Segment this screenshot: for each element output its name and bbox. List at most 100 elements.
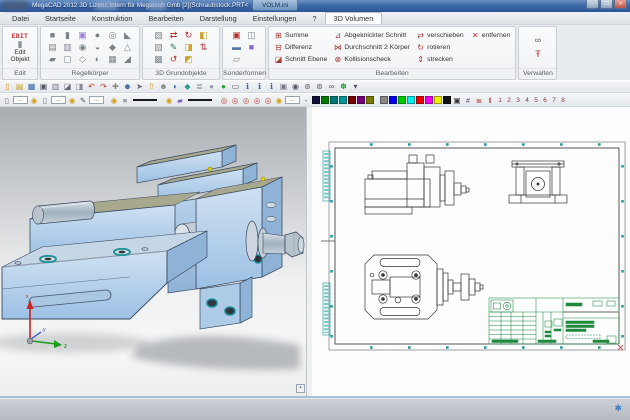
print-icon[interactable]: ▣	[38, 81, 49, 92]
torus-icon[interactable]: ◎	[106, 30, 119, 41]
shell-icon[interactable]: ◫	[245, 30, 258, 41]
info-icon[interactable]: ℹ	[242, 81, 253, 92]
tab-datei[interactable]: Datei	[4, 12, 37, 24]
extrude-icon[interactable]: ▧	[152, 30, 165, 41]
color-swatch[interactable]	[416, 96, 424, 104]
slab-icon[interactable]: ▬	[230, 42, 243, 53]
tab-help[interactable]: ?	[304, 12, 324, 24]
layout-icon[interactable]: ◨	[74, 81, 85, 92]
page-5[interactable]: 5	[532, 97, 540, 104]
color-swatch[interactable]	[443, 96, 451, 104]
plane-icon[interactable]: ◩	[182, 54, 195, 65]
hash-icon[interactable]: #	[463, 95, 473, 106]
surface-icon[interactable]: ◨	[182, 42, 195, 53]
page-1[interactable]: 1	[496, 97, 504, 104]
layer-box[interactable]: ...	[13, 96, 28, 104]
rotieren-button[interactable]: ↻rotieren	[416, 43, 510, 52]
binoculars-icon[interactable]: ∞	[531, 35, 544, 46]
revolve-icon[interactable]: ↻	[182, 30, 195, 41]
strecken-button[interactable]: ⇕strecken	[416, 55, 510, 64]
lock5-icon[interactable]: ◉	[274, 95, 284, 106]
thread-icon[interactable]: ▣	[230, 30, 243, 41]
color-swatch[interactable]	[434, 96, 442, 104]
pointer-icon[interactable]: ➤	[134, 81, 145, 92]
sheet-select-icon[interactable]: ▯	[2, 95, 12, 106]
gem-icon[interactable]: ◆	[182, 81, 193, 92]
page-2[interactable]: 2	[505, 97, 513, 104]
dropdown-icon[interactable]: ▾	[350, 81, 361, 92]
summe-button[interactable]: ⊞Summe	[274, 31, 327, 40]
info3-icon[interactable]: ℹ	[266, 81, 277, 92]
dome-icon[interactable]: ◒	[91, 42, 104, 53]
mesh-icon[interactable]: ▦	[106, 54, 119, 65]
pyramid-icon[interactable]: △	[121, 42, 134, 53]
doc-tab-volm[interactable]: VOLM.ini	[252, 0, 298, 11]
info2-icon[interactable]: ℹ	[254, 81, 265, 92]
tab-darstellung[interactable]: Darstellung	[192, 12, 245, 24]
color-swatch[interactable]	[407, 96, 415, 104]
circle-grey-icon[interactable]: ●	[206, 81, 217, 92]
color-swatch[interactable]	[389, 96, 397, 104]
minus-icon[interactable]: -	[301, 95, 311, 106]
open-icon[interactable]: ▤	[14, 81, 25, 92]
box-icon[interactable]: ■	[46, 30, 59, 41]
zoom-out-icon[interactable]: ◎	[241, 95, 251, 106]
block-icon[interactable]: ▣	[76, 30, 89, 41]
color-swatch[interactable]	[357, 96, 365, 104]
swap-icon[interactable]: ⇄	[167, 30, 180, 41]
page-4[interactable]: 4	[523, 97, 531, 104]
pen-icon[interactable]: ✎	[78, 95, 88, 106]
abgeknickter-schnitt-button[interactable]: ⊿Abgeknickter Schnitt	[333, 31, 410, 40]
grid-icon[interactable]: ▣	[278, 81, 289, 92]
color-swatch[interactable]	[425, 96, 433, 104]
save-icon[interactable]: ▦	[26, 81, 37, 92]
color-swatch[interactable]	[312, 96, 320, 104]
tab-konstruktion[interactable]: Konstruktion	[84, 12, 141, 24]
cylinder-icon[interactable]: ▮	[61, 30, 74, 41]
globe-icon[interactable]: ◐	[170, 81, 181, 92]
color-swatch[interactable]	[366, 96, 374, 104]
bar-icon[interactable]: ▰	[46, 54, 59, 65]
eye-icon[interactable]: ◉	[290, 81, 301, 92]
linewidth-icon[interactable]: ≡	[120, 95, 130, 106]
viewport-2d[interactable]	[312, 107, 630, 396]
page-8[interactable]: 8	[559, 97, 567, 104]
halfsphere-icon[interactable]: ◐	[91, 54, 104, 65]
poly-icon[interactable]: ◇	[76, 54, 89, 65]
solid-icon[interactable]: ■	[245, 42, 258, 53]
undo-icon[interactable]: ↶	[86, 81, 97, 92]
loft-icon[interactable]: ▩	[152, 54, 165, 65]
edit-objekt-button[interactable]: EDIT ▮ Edit Objekt	[6, 32, 33, 64]
plate-icon[interactable]: ▤	[46, 42, 59, 53]
prism-icon[interactable]: ◆	[106, 42, 119, 53]
verschieben-button[interactable]: ⇄verschieben	[416, 31, 464, 40]
page-6[interactable]: 6	[541, 97, 549, 104]
pen-box[interactable]: ...	[89, 96, 104, 104]
arrow-up-icon[interactable]: ⇧	[146, 81, 157, 92]
status-tray-icon[interactable]: ✱	[614, 403, 622, 414]
project-icon[interactable]: ⇅	[197, 42, 210, 53]
page-3[interactable]: 3	[514, 97, 522, 104]
color-swatch[interactable]	[339, 96, 347, 104]
zoom-in-icon[interactable]: ◎	[230, 95, 240, 106]
color-box[interactable]: ...	[285, 96, 300, 104]
color-swatch[interactable]	[398, 96, 406, 104]
move-icon[interactable]: ✚	[110, 81, 121, 92]
entfernen-button[interactable]: ✕entfernen	[471, 31, 511, 40]
list-icon[interactable]: ≣	[474, 95, 484, 106]
frame-icon[interactable]: ▢	[61, 54, 74, 65]
line-sample[interactable]	[133, 99, 157, 101]
flag-icon[interactable]: ‖	[485, 95, 495, 106]
kollisionscheck-button[interactable]: ⊗Kollisionscheck	[333, 55, 410, 64]
user-icon[interactable]: ☻	[122, 81, 133, 92]
redo-icon[interactable]: ↷	[98, 81, 109, 92]
sheet-icon[interactable]: ▥	[50, 81, 61, 92]
monitor-icon[interactable]: ▭	[230, 81, 241, 92]
color-swatch[interactable]	[380, 96, 388, 104]
zoom-prev-icon[interactable]: ◎	[263, 95, 273, 106]
circle-green-icon[interactable]: ●	[218, 81, 229, 92]
ramp-icon[interactable]: ◢	[121, 54, 134, 65]
delete-tool-icon[interactable]: Ŧ	[531, 49, 544, 60]
gear2-icon[interactable]: ⊛	[314, 81, 325, 92]
screen-icon[interactable]: ▣	[452, 95, 462, 106]
